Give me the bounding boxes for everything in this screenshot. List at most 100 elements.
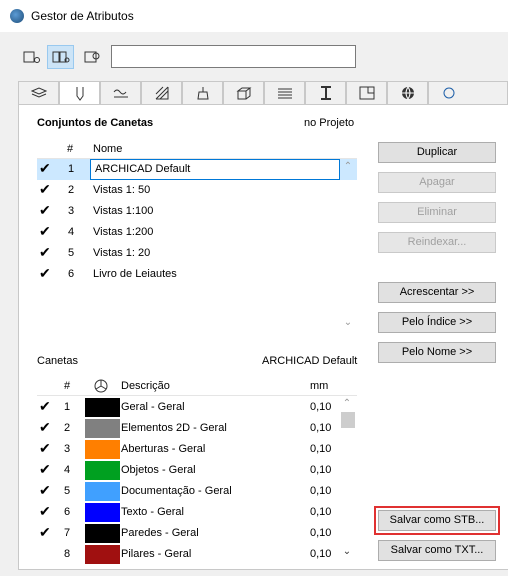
check-icon: ✔ bbox=[39, 482, 51, 498]
tab-line-types[interactable] bbox=[100, 81, 141, 105]
check-icon: ✔ bbox=[39, 419, 51, 435]
pen-desc: Texto - Geral bbox=[121, 506, 184, 518]
scroll-up-icon[interactable]: ⌃ bbox=[340, 161, 356, 172]
pen-mm: 0,10 bbox=[310, 485, 332, 497]
append-button[interactable]: Acrescentar >> bbox=[378, 282, 496, 303]
pen-color-swatch[interactable] bbox=[85, 440, 120, 459]
tab-composites[interactable] bbox=[264, 81, 305, 105]
check-icon: ✔ bbox=[39, 398, 51, 414]
pen-set-num: 3 bbox=[68, 205, 75, 217]
eliminate-button[interactable]: Eliminar bbox=[378, 202, 496, 223]
check-icon: ✔ bbox=[39, 461, 51, 477]
pen-color-swatch[interactable] bbox=[85, 524, 120, 543]
layers-icon bbox=[31, 87, 47, 98]
mercedes-icon bbox=[94, 379, 108, 393]
composites-icon bbox=[278, 88, 292, 99]
col-num: # bbox=[67, 143, 74, 155]
pen-color-swatch[interactable] bbox=[85, 545, 120, 564]
pen-set-row-4[interactable]: ✔ 4 Vistas 1:200 bbox=[37, 222, 357, 243]
fills-icon bbox=[155, 86, 169, 100]
by-index-button[interactable]: Pelo Índice >> bbox=[378, 312, 496, 333]
duplicate-button[interactable]: Duplicar bbox=[378, 142, 496, 163]
tab-pens[interactable] bbox=[59, 81, 100, 106]
reindex-button[interactable]: Reindexar... bbox=[378, 232, 496, 253]
delete-button[interactable]: Apagar bbox=[378, 172, 496, 193]
pens-list[interactable]: # Descrição mm ✔ 1 Geral - Geral 0,10 ✔ … bbox=[37, 376, 357, 564]
pen-set-row-1[interactable]: ✔ 1 ARCHICAD Default bbox=[37, 159, 357, 180]
pen-color-swatch[interactable] bbox=[85, 503, 120, 522]
check-icon: ✔ bbox=[39, 503, 51, 519]
check-icon: ✔ bbox=[39, 160, 51, 176]
pen-set-name: Vistas 1:200 bbox=[93, 226, 154, 238]
scroll-up-icon[interactable]: ⌃ bbox=[339, 398, 355, 409]
pen-num: 1 bbox=[64, 401, 71, 413]
pen-mm: 0,10 bbox=[310, 464, 332, 476]
zones-icon bbox=[359, 86, 375, 100]
scrollbar-thumb[interactable] bbox=[341, 412, 355, 428]
col-mm: mm bbox=[310, 380, 329, 392]
pen-color-swatch[interactable] bbox=[85, 419, 120, 438]
view-list-icon-button[interactable] bbox=[18, 45, 45, 69]
pen-row-3[interactable]: ✔ 3 Aberturas - Geral 0,10 bbox=[37, 439, 357, 460]
pen-set-row-5[interactable]: ✔ 5 Vistas 1: 20 bbox=[37, 243, 357, 264]
pens-heading: Canetas bbox=[37, 355, 78, 367]
tab-markup[interactable] bbox=[387, 81, 428, 105]
save-as-txt-button[interactable]: Salvar como TXT... bbox=[378, 540, 496, 561]
pen-row-6[interactable]: ✔ 6 Texto - Geral 0,10 bbox=[37, 502, 357, 523]
tab-zones[interactable] bbox=[346, 81, 387, 105]
pen-num: 5 bbox=[64, 485, 71, 497]
search-input[interactable] bbox=[111, 45, 356, 68]
more-icon bbox=[443, 87, 455, 99]
scroll-down-icon[interactable]: ⌄ bbox=[339, 546, 355, 557]
pen-row-5[interactable]: ✔ 5 Documentação - Geral 0,10 bbox=[37, 481, 357, 502]
pen-color-swatch[interactable] bbox=[85, 461, 120, 480]
materials-icon bbox=[236, 87, 252, 100]
pen-set-name-edit[interactable]: ARCHICAD Default bbox=[90, 159, 340, 180]
pen-row-2[interactable]: ✔ 2 Elementos 2D - Geral 0,10 bbox=[37, 418, 357, 439]
pen-set-row-2[interactable]: ✔ 2 Vistas 1: 50 bbox=[37, 180, 357, 201]
brush-icon bbox=[197, 87, 209, 100]
check-icon: ✔ bbox=[39, 265, 51, 281]
pen-num: 7 bbox=[64, 527, 71, 539]
tab-surfaces[interactable] bbox=[182, 81, 223, 105]
pen-row-8[interactable]: 8 Pilares - Geral 0,10 bbox=[37, 544, 357, 565]
check-icon: ✔ bbox=[39, 440, 51, 456]
view-detail-icon-button[interactable] bbox=[79, 45, 106, 69]
save-as-stb-button[interactable]: Salvar como STB... bbox=[374, 506, 500, 535]
tab-layers[interactable] bbox=[18, 81, 59, 105]
pen-set-num: 2 bbox=[68, 184, 75, 196]
globe-icon bbox=[402, 86, 414, 100]
pen-mm: 0,10 bbox=[310, 527, 332, 539]
view-split-icon-button[interactable] bbox=[47, 45, 74, 69]
by-name-button[interactable]: Pelo Nome >> bbox=[378, 342, 496, 363]
pen-row-1[interactable]: ✔ 1 Geral - Geral 0,10 bbox=[37, 397, 357, 418]
pen-set-row-6[interactable]: ✔ 6 Livro de Leiautes bbox=[37, 264, 357, 285]
tab-building-materials[interactable] bbox=[223, 81, 264, 105]
pen-color-swatch[interactable] bbox=[85, 398, 120, 417]
pen-num: 3 bbox=[64, 443, 71, 455]
check-icon: ✔ bbox=[39, 181, 51, 197]
pen-desc: Aberturas - Geral bbox=[121, 443, 206, 455]
pen-color-swatch[interactable] bbox=[85, 482, 120, 501]
pen-set-row-3[interactable]: ✔ 3 Vistas 1:100 bbox=[37, 201, 357, 222]
scroll-down-icon[interactable]: ⌄ bbox=[340, 317, 356, 328]
col-desc: Descrição bbox=[121, 380, 170, 392]
pen-sets-header: # Nome bbox=[37, 139, 357, 159]
pen-desc: Elementos 2D - Geral bbox=[121, 422, 227, 434]
check-icon: ✔ bbox=[39, 223, 51, 239]
pen-set-num: 6 bbox=[68, 268, 75, 280]
pen-icon bbox=[76, 87, 84, 101]
pens-set-name: ARCHICAD Default bbox=[262, 355, 358, 367]
window-title: Gestor de Atributos bbox=[31, 9, 134, 23]
pen-set-num: 5 bbox=[68, 247, 75, 259]
pen-sets-list[interactable]: # Nome ✔ 1 ARCHICAD Default ✔ 2 Vistas 1… bbox=[37, 139, 357, 335]
pen-set-name: Livro de Leiautes bbox=[93, 268, 177, 280]
pen-set-name: Vistas 1:100 bbox=[93, 205, 154, 217]
line-types-icon bbox=[113, 89, 128, 98]
pen-set-name: Vistas 1: 50 bbox=[93, 184, 151, 196]
tab-profiles[interactable] bbox=[305, 81, 346, 105]
tab-more[interactable] bbox=[428, 81, 508, 105]
pen-row-7[interactable]: ✔ 7 Paredes - Geral 0,10 bbox=[37, 523, 357, 544]
pen-row-4[interactable]: ✔ 4 Objetos - Geral 0,10 bbox=[37, 460, 357, 481]
tab-fills[interactable] bbox=[141, 81, 182, 105]
